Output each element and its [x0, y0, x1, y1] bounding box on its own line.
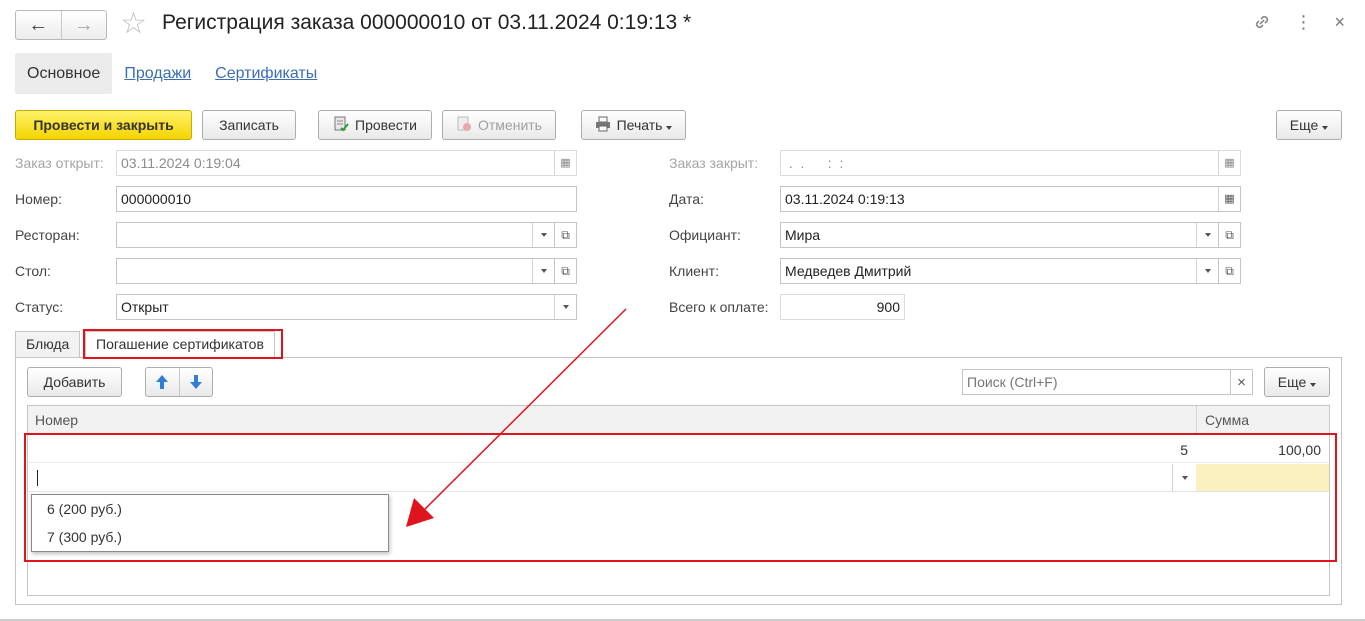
date-value: 03.11.2024 0:19:13: [785, 191, 905, 207]
row-dropdown-icon[interactable]: [1172, 464, 1196, 491]
forward-arrow-icon[interactable]: →: [60, 11, 107, 39]
link-icon[interactable]: [1252, 12, 1272, 37]
order-opened-value: 03.11.2024 0:19:04: [121, 155, 241, 171]
print-label: Печать: [617, 117, 673, 133]
waiter-field[interactable]: Мира: [780, 222, 1219, 248]
client-field[interactable]: Медведев Дмитрий: [780, 258, 1219, 284]
column-number[interactable]: Номер: [35, 412, 78, 428]
calendar-icon: ▦: [554, 151, 576, 175]
row-sum-cell[interactable]: [1196, 464, 1329, 491]
star-icon[interactable]: ☆: [120, 8, 147, 40]
clear-search-icon[interactable]: ×: [1231, 369, 1253, 395]
window-controls: ⋮ ×: [1252, 12, 1345, 37]
window-title: Регистрация заказа 000000010 от 03.11.20…: [162, 11, 692, 34]
calendar-icon[interactable]: ▦: [1218, 187, 1240, 211]
table-field[interactable]: [116, 258, 555, 284]
tab-sales[interactable]: Продажи: [112, 53, 203, 94]
waiter-value: Мира: [785, 227, 821, 243]
status-select[interactable]: Открыт: [116, 294, 577, 320]
date-label: Дата:: [669, 191, 704, 207]
table-open-icon[interactable]: ⧉: [555, 258, 577, 284]
number-field[interactable]: 000000010: [116, 186, 577, 212]
order-closed-field: . . : : ▦: [780, 150, 1241, 176]
restaurant-field[interactable]: [116, 222, 555, 248]
print-button[interactable]: Печать: [581, 110, 686, 140]
waiter-open-icon[interactable]: ⧉: [1219, 222, 1241, 248]
more-label: Еще: [1290, 117, 1329, 133]
date-field[interactable]: 03.11.2024 0:19:13 ▦: [780, 186, 1241, 212]
status-value: Открыт: [121, 299, 169, 315]
tab-dishes[interactable]: Блюда: [15, 331, 81, 358]
client-value: Медведев Дмитрий: [785, 263, 912, 279]
text-cursor: [37, 470, 38, 486]
post-document-icon: [333, 116, 349, 135]
client-dropdown-icon[interactable]: [1196, 259, 1218, 283]
move-up-icon[interactable]: [146, 368, 180, 396]
section-tabs: Основное Продажи Сертификаты: [15, 53, 329, 94]
waiter-dropdown-icon[interactable]: [1196, 223, 1218, 247]
search-input[interactable]: [962, 369, 1231, 395]
more-button[interactable]: Еще: [1276, 110, 1342, 140]
dropdown-option[interactable]: 7 (300 руб.): [32, 523, 388, 551]
close-icon[interactable]: ×: [1334, 12, 1345, 37]
client-label: Клиент:: [669, 263, 719, 279]
post-label: Провести: [355, 117, 417, 133]
printer-icon: [595, 116, 611, 135]
order-opened-label: Заказ открыт:: [15, 155, 104, 171]
order-closed-value: . . : :: [785, 155, 844, 171]
cancel-document-icon: [456, 116, 472, 135]
back-arrow-icon[interactable]: ←: [16, 11, 61, 39]
save-button[interactable]: Записать: [202, 110, 296, 140]
table-row-editing[interactable]: [28, 464, 1329, 492]
column-sum[interactable]: Сумма: [1196, 406, 1257, 433]
more-menu-icon[interactable]: ⋮: [1294, 12, 1312, 37]
tab-certificates[interactable]: Сертификаты: [203, 53, 329, 94]
move-down-icon[interactable]: [180, 368, 213, 396]
move-buttons: [145, 367, 213, 397]
table-header: Номер Сумма: [28, 406, 1329, 434]
cancel-label: Отменить: [478, 117, 542, 133]
add-button[interactable]: Добавить: [27, 367, 122, 397]
status-label: Статус:: [15, 299, 64, 315]
calendar-icon: ▦: [1218, 151, 1240, 175]
table-more-label: Еще: [1278, 374, 1317, 390]
table-label: Стол:: [15, 263, 51, 279]
order-closed-label: Заказ закрыт:: [669, 155, 759, 171]
post-and-close-button[interactable]: Провести и закрыть: [15, 110, 192, 140]
total-label: Всего к оплате:: [669, 299, 769, 315]
nav-buttons: ← →: [15, 10, 107, 40]
tab-main[interactable]: Основное: [15, 53, 113, 94]
status-dropdown-icon[interactable]: [554, 295, 576, 319]
table-more-button[interactable]: Еще: [1264, 367, 1330, 397]
table-dropdown-icon[interactable]: [532, 259, 554, 283]
table-row[interactable]: 5 100,00: [28, 435, 1329, 463]
post-button[interactable]: Провести: [318, 110, 432, 140]
restaurant-dropdown-icon[interactable]: [532, 223, 554, 247]
restaurant-label: Ресторан:: [15, 227, 80, 243]
total-value: 900: [780, 294, 905, 320]
row-number: 5: [1180, 442, 1188, 458]
waiter-label: Официант:: [669, 227, 741, 243]
client-open-icon[interactable]: ⧉: [1219, 258, 1241, 284]
cancel-posting-button[interactable]: Отменить: [442, 110, 556, 140]
certificate-dropdown-list: 6 (200 руб.) 7 (300 руб.): [31, 494, 389, 552]
restaurant-open-icon[interactable]: ⧉: [555, 222, 577, 248]
order-opened-field: 03.11.2024 0:19:04 ▦: [116, 150, 577, 176]
tab-certificate-redemption[interactable]: Погашение сертификатов: [85, 331, 275, 358]
dropdown-option[interactable]: 6 (200 руб.): [32, 495, 388, 523]
number-label: Номер:: [15, 191, 62, 207]
row-sum: 100,00: [1278, 442, 1321, 458]
